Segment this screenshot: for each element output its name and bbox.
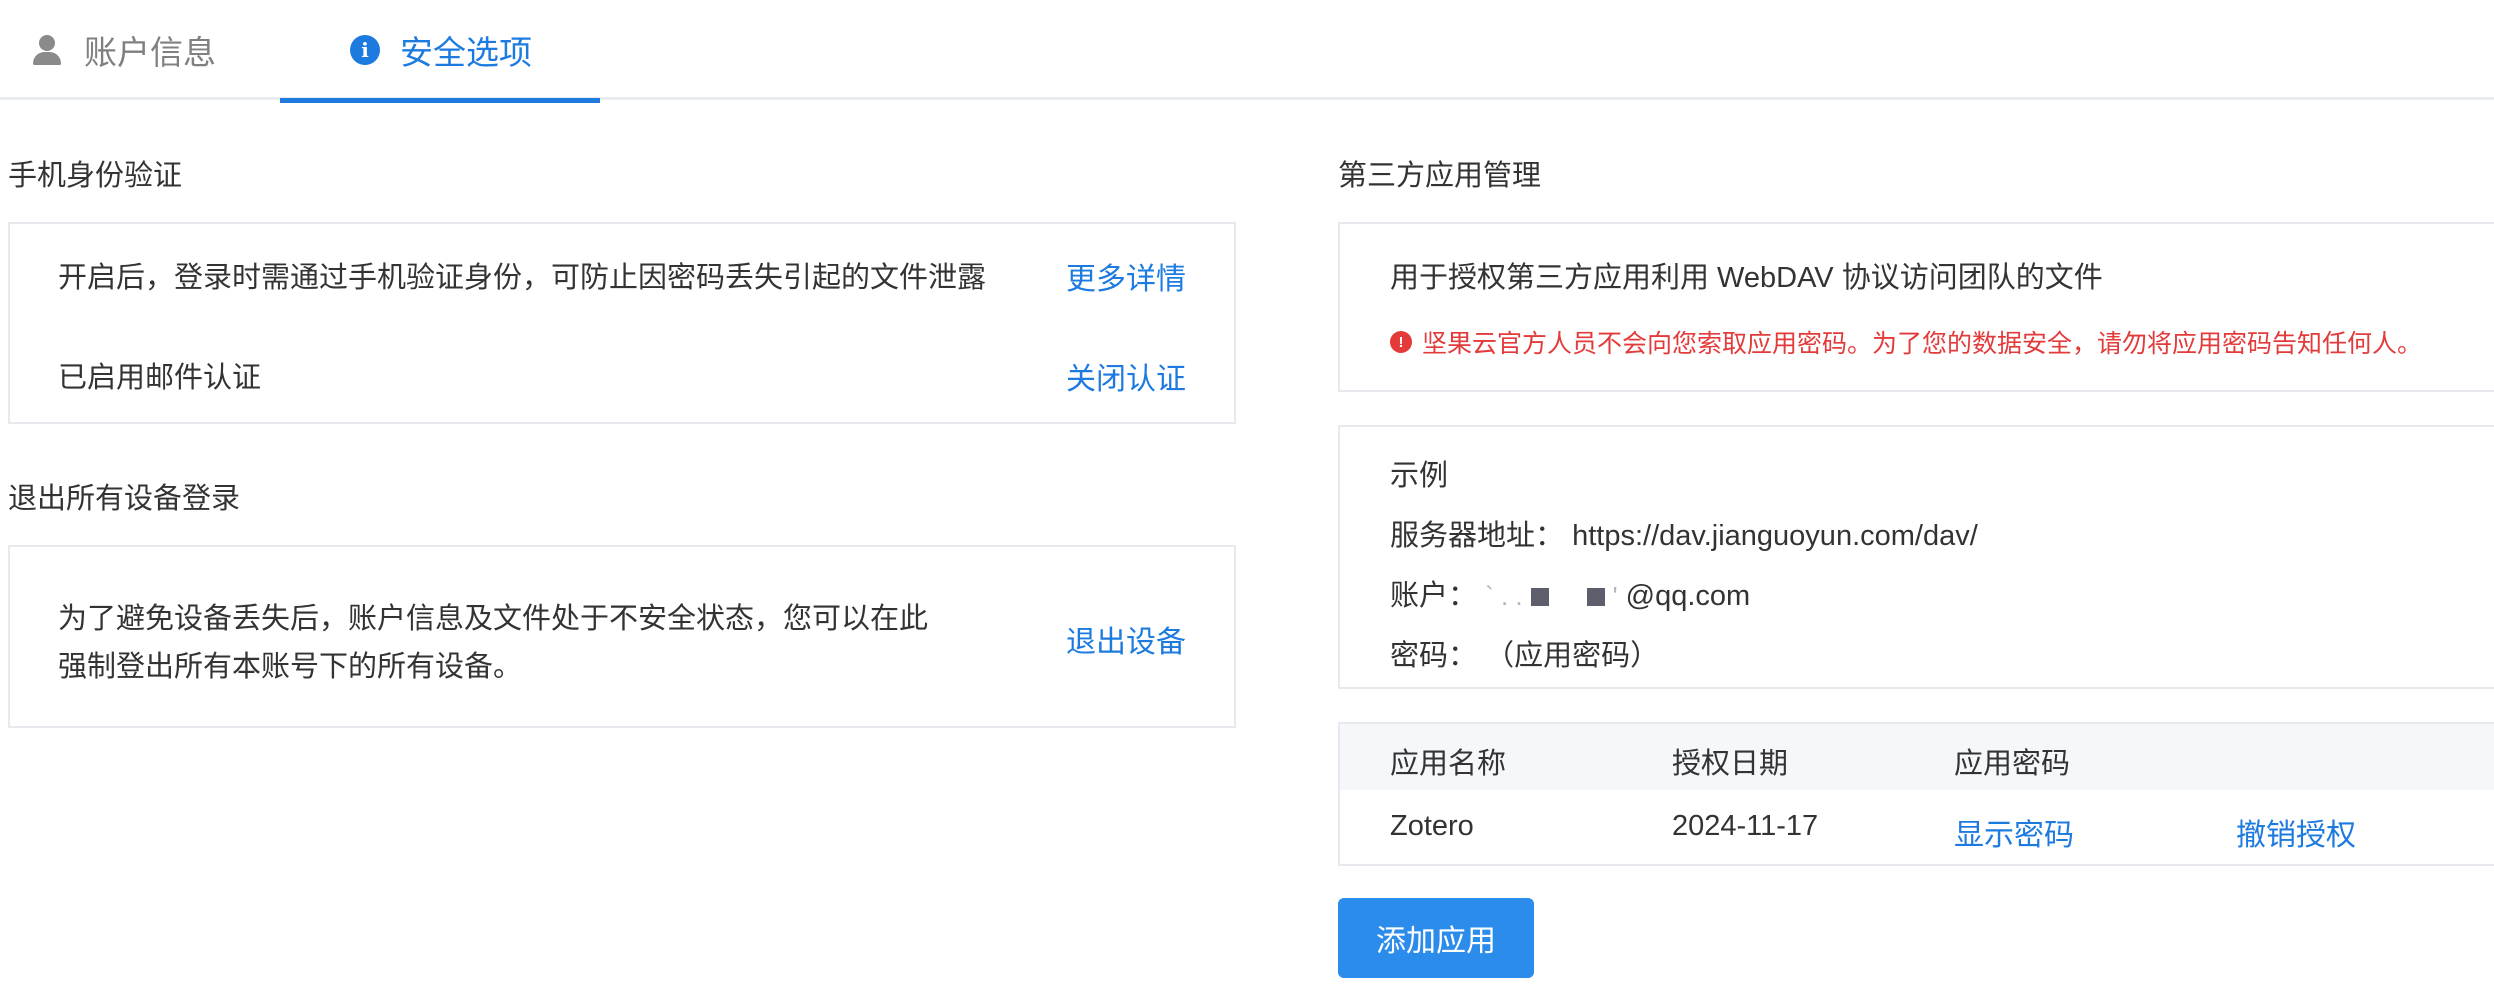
disable-auth-link[interactable]: 关闭认证 [1066, 354, 1186, 398]
add-app-button[interactable]: 添加应用 [1338, 898, 1534, 978]
person-icon [30, 33, 64, 67]
tab-account-info[interactable]: 账户信息 [30, 0, 280, 100]
phone-verification-card: 开启后，登录时需通过手机验证身份，可防止因密码丢失引起的文件泄露 更多详情 已启… [8, 222, 1236, 424]
info-icon: i [350, 35, 380, 65]
logout-all-card: 为了避免设备丢失后，账户信息及文件处于不安全状态，您可以在此 强制登出所有本账号… [8, 545, 1236, 728]
tab-security-options[interactable]: i 安全选项 [280, 0, 600, 103]
third-party-description: 用于授权第三方应用利用 WebDAV 协议访问团队的文件 [1390, 262, 2103, 294]
server-address-value: https://dav.jianguoyun.com/dav/ [1572, 520, 1978, 552]
example-card: 示例 服务器地址： https://dav.jianguoyun.com/dav… [1338, 425, 2494, 689]
masked-account: ` . . ' [1485, 581, 1618, 611]
logout-all-title: 退出所有设备登录 [8, 483, 241, 515]
password-value: （应用密码） [1485, 640, 1660, 672]
auth-date-cell: 2024-11-17 [1672, 810, 1819, 842]
revoke-authorization-link[interactable]: 撤销授权 [2236, 810, 2356, 854]
logout-description-line2: 强制登出所有本账号下的所有设备。 [58, 651, 523, 683]
logout-devices-link[interactable]: 退出设备 [1066, 617, 1186, 661]
account-suffix: @qq.com [1625, 580, 1751, 612]
warning-icon: ! [1390, 331, 1412, 353]
active-tab-indicator [280, 98, 600, 103]
server-address-row: 服务器地址： https://dav.jianguoyun.com/dav/ [1390, 512, 1978, 554]
logout-description-line1: 为了避免设备丢失后，账户信息及文件处于不安全状态，您可以在此 [58, 603, 929, 635]
apps-table: 应用名称 授权日期 应用密码 Zotero 2024-11-17 显示密码 撤销… [1338, 722, 2494, 866]
show-password-link[interactable]: 显示密码 [1954, 810, 2074, 854]
app-name-cell: Zotero [1390, 810, 1474, 842]
third-party-info-card: 用于授权第三方应用利用 WebDAV 协议访问团队的文件 ! 坚果云官方人员不会… [1338, 222, 2494, 392]
header-auth-date: 授权日期 [1672, 748, 1789, 780]
security-warning: ! 坚果云官方人员不会向您索取应用密码。为了您的数据安全，请勿将应用密码告知任何… [1390, 324, 2422, 360]
third-party-title: 第三方应用管理 [1338, 160, 1542, 192]
email-auth-status: 已启用邮件认证 [58, 362, 262, 394]
apps-table-header: 应用名称 授权日期 应用密码 [1340, 724, 2494, 790]
tab-account-info-label: 账户信息 [84, 34, 216, 71]
server-address-label: 服务器地址： [1390, 520, 1565, 552]
phone-verification-title: 手机身份验证 [8, 160, 183, 192]
password-label: 密码： [1390, 640, 1478, 672]
header-app-name: 应用名称 [1390, 748, 1507, 780]
account-row: 账户： ` . . ' @qq.com [1390, 572, 1750, 614]
header-app-password: 应用密码 [1954, 748, 2071, 780]
tab-bar: 账户信息 i 安全选项 [0, 0, 2494, 103]
tab-security-options-label: 安全选项 [400, 34, 532, 71]
more-details-link[interactable]: 更多详情 [1066, 254, 1186, 298]
account-label: 账户： [1390, 580, 1478, 612]
security-warning-text: 坚果云官方人员不会向您索取应用密码。为了您的数据安全，请勿将应用密码告知任何人。 [1422, 330, 2423, 358]
phone-verification-description: 开启后，登录时需通过手机验证身份，可防止因密码丢失引起的文件泄露 [58, 262, 987, 294]
example-title: 示例 [1390, 460, 1449, 492]
password-row: 密码： （应用密码） [1390, 632, 1659, 674]
